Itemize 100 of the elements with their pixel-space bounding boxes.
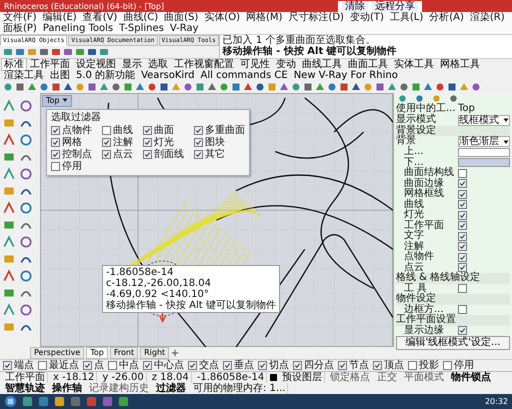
checkbox-label[interactable]: 投影	[419, 360, 439, 371]
checkbox[interactable]	[373, 361, 382, 370]
checkbox[interactable]	[458, 210, 467, 220]
toolbar-tab[interactable]: 工作平面	[28, 59, 72, 70]
edit-settings-button[interactable]: 编辑'线框模式'设定...	[396, 336, 510, 350]
tool-icon[interactable]	[2, 303, 16, 317]
toolbar-tab[interactable]: All commands CE	[198, 70, 290, 81]
checkbox[interactable]	[293, 361, 302, 370]
checkbox[interactable]	[143, 361, 152, 370]
checkbox[interactable]	[194, 138, 203, 147]
status-toggle[interactable]: 智慧轨迹	[3, 383, 47, 394]
menu-item[interactable]: 文件(F)	[3, 12, 37, 23]
toolbar-tab[interactable]: 出图	[48, 70, 72, 81]
checkbox-label[interactable]: 多重曲面	[205, 125, 245, 136]
checkbox[interactable]	[458, 305, 467, 314]
checkbox-label[interactable]: 控制点	[62, 149, 92, 160]
checkbox-label[interactable]: 垂点	[234, 360, 254, 371]
checkbox[interactable]	[102, 138, 111, 147]
checkbox[interactable]	[458, 252, 467, 262]
tool-icon[interactable]	[2, 201, 16, 215]
checkbox-label[interactable]: 注解	[113, 137, 133, 148]
color-swatch[interactable]	[458, 158, 510, 168]
checkbox-label[interactable]: 点物件	[62, 125, 92, 136]
share-toolbar-button[interactable]: 远程分享	[372, 0, 418, 12]
checkbox[interactable]	[458, 190, 467, 199]
checkbox-label[interactable]: 曲线	[113, 125, 133, 136]
checkbox-label[interactable]: 图块	[205, 137, 225, 148]
menu-item[interactable]: 曲线(C)	[123, 12, 158, 23]
tool-icon[interactable]	[19, 235, 33, 249]
checkbox-label[interactable]: 四分点	[304, 360, 334, 371]
status-toggle[interactable]: 锁定格点	[328, 372, 372, 383]
tool-icon[interactable]	[19, 201, 33, 215]
status-toggle[interactable]: 过滤器	[154, 383, 188, 394]
taskbar-app-icon[interactable]	[22, 396, 33, 407]
checkbox[interactable]	[3, 361, 12, 370]
menu-item[interactable]: 查看(V)	[82, 12, 118, 23]
tool-icon[interactable]	[19, 133, 33, 147]
toolbar-tab[interactable]: 5.0 的新功能	[74, 70, 138, 81]
checkbox[interactable]	[102, 126, 111, 135]
tool-icon[interactable]	[2, 269, 16, 283]
taskbar-app-icon[interactable]	[86, 396, 97, 407]
layer-name[interactable]: 预设图层	[280, 372, 326, 383]
status-toggle[interactable]: 操作轴	[50, 383, 84, 394]
checkbox[interactable]	[51, 126, 60, 135]
tool-icon[interactable]	[2, 167, 16, 181]
checkbox-label[interactable]: 点云	[113, 149, 133, 160]
checkbox[interactable]	[51, 150, 60, 159]
checkbox-label[interactable]: 中点	[119, 360, 139, 371]
checkbox[interactable]	[458, 232, 467, 241]
toolbar-tab[interactable]: VearsoKird	[139, 70, 196, 81]
menu-item[interactable]: 实体(O)	[204, 12, 240, 23]
checkbox[interactable]	[443, 361, 452, 370]
add-icon[interactable]	[171, 349, 180, 357]
toolbar-tab[interactable]: 实体工具	[392, 59, 436, 70]
checkbox[interactable]	[458, 263, 467, 272]
dropdown[interactable]: 线框模式	[458, 114, 510, 126]
menu-item[interactable]: 网格(M)	[246, 12, 282, 23]
checkbox-label[interactable]: 停用	[454, 360, 474, 371]
tool-icon[interactable]	[19, 269, 33, 283]
menu-item[interactable]: 工具(L)	[390, 12, 424, 23]
dropdown[interactable]: 渐色渐层	[458, 136, 510, 147]
tool-icon[interactable]	[19, 99, 33, 113]
toolbar-tab[interactable]: 网格工具	[438, 59, 482, 70]
checkbox[interactable]	[258, 361, 267, 370]
checkbox-label[interactable]: 最近点	[49, 360, 79, 371]
tool-icon[interactable]	[2, 235, 16, 249]
checkbox[interactable]	[458, 168, 467, 178]
menu-item[interactable]: 分析(A)	[429, 12, 464, 23]
checkbox[interactable]	[458, 179, 467, 188]
checkbox[interactable]	[51, 162, 60, 171]
toolbar-tab[interactable]: New V-Ray For Rhino	[292, 70, 400, 81]
viewport-tab[interactable]: Right	[140, 347, 170, 359]
taskbar-app-icon[interactable]	[54, 396, 65, 407]
checkbox[interactable]	[194, 150, 203, 159]
status-toggle[interactable]: 平面模式	[402, 372, 446, 383]
menu-item[interactable]: 尺寸标注(D)	[288, 12, 344, 23]
checkbox-label[interactable]: 曲面	[154, 125, 174, 136]
toolbar-tab[interactable]: 设定视图	[74, 59, 118, 70]
checkbox[interactable]	[143, 138, 152, 147]
viewport-tab[interactable]: Front	[110, 347, 138, 359]
checkbox[interactable]	[458, 326, 467, 336]
status-toggle[interactable]: 物件锁点	[449, 372, 494, 383]
taskbar-app-icon[interactable]	[70, 396, 81, 407]
checkbox-label[interactable]: 点	[94, 360, 104, 371]
toolbar-tab[interactable]: 渲染工具	[2, 70, 46, 81]
taskbar-app-icon[interactable]	[102, 396, 113, 407]
checkbox[interactable]	[338, 361, 347, 370]
tool-icon[interactable]	[2, 133, 16, 147]
toolbar-tab[interactable]: 工作视窗配置	[172, 59, 236, 70]
checkbox-label[interactable]: 顶点	[384, 360, 404, 371]
checkbox-label[interactable]: 剖面线	[154, 149, 184, 160]
viewport-tab[interactable]: Top	[86, 347, 108, 359]
checkbox-label[interactable]: 停用	[62, 161, 82, 172]
menu-item[interactable]: 渲染(R)	[470, 12, 505, 23]
toolbar-tab[interactable]: 选取	[146, 59, 170, 70]
checkbox-label[interactable]: 端点	[14, 360, 34, 371]
taskbar-app-icon[interactable]	[118, 396, 129, 407]
checkbox[interactable]	[102, 150, 111, 159]
checkbox[interactable]	[188, 361, 197, 370]
menu-item[interactable]: 编辑(E)	[42, 12, 77, 23]
